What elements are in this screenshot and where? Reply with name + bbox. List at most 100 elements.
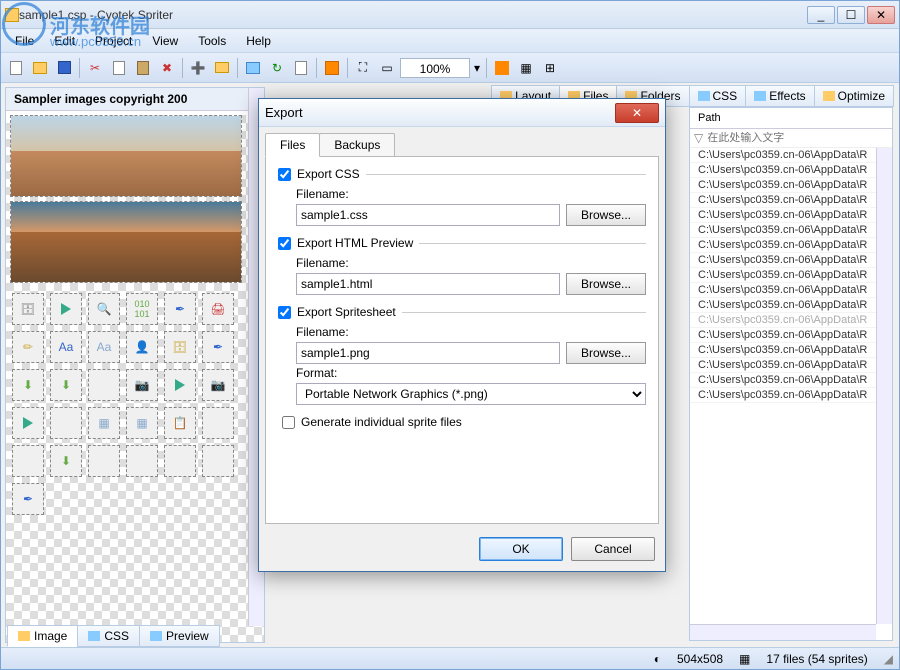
export-tab-backups[interactable]: Backups bbox=[319, 133, 395, 157]
open-file-icon[interactable] bbox=[29, 57, 51, 79]
ok-button[interactable]: OK bbox=[479, 537, 563, 561]
new-file-icon[interactable] bbox=[5, 57, 27, 79]
file-row[interactable]: C:\Users\pc0359.cn-06\AppData\R bbox=[690, 163, 892, 178]
save-icon[interactable] bbox=[53, 57, 75, 79]
sprite-item[interactable] bbox=[164, 445, 196, 477]
files-list[interactable]: C:\Users\pc0359.cn-06\AppData\RC:\Users\… bbox=[690, 148, 892, 403]
sprite-item[interactable]: ⬇ bbox=[50, 445, 82, 477]
refresh-icon[interactable]: ↻ bbox=[266, 57, 288, 79]
add-image-icon[interactable]: ➕ bbox=[187, 57, 209, 79]
sprite-item[interactable] bbox=[88, 369, 120, 401]
cut-icon[interactable]: ✂ bbox=[84, 57, 106, 79]
file-row[interactable]: C:\Users\pc0359.cn-06\AppData\R bbox=[690, 148, 892, 163]
minimize-button[interactable]: _ bbox=[807, 6, 835, 24]
menu-project[interactable]: Project bbox=[85, 31, 142, 51]
vertical-scrollbar[interactable] bbox=[876, 148, 892, 624]
file-row[interactable]: C:\Users\pc0359.cn-06\AppData\R bbox=[690, 388, 892, 403]
sprite-item[interactable] bbox=[12, 407, 44, 439]
sprite-item[interactable] bbox=[12, 445, 44, 477]
sprite-item[interactable]: ⬇ bbox=[12, 369, 44, 401]
zoom-actual-icon[interactable]: ▭ bbox=[376, 57, 398, 79]
horizontal-scrollbar[interactable] bbox=[690, 624, 876, 640]
file-row[interactable]: C:\Users\pc0359.cn-06\AppData\R bbox=[690, 193, 892, 208]
col-path[interactable]: Path bbox=[690, 108, 729, 128]
sprite-item[interactable]: 🗄 bbox=[12, 293, 44, 325]
btab-css[interactable]: CSS bbox=[77, 625, 140, 647]
file-row[interactable]: C:\Users\pc0359.cn-06\AppData\R bbox=[690, 298, 892, 313]
file-row[interactable]: C:\Users\pc0359.cn-06\AppData\R bbox=[690, 283, 892, 298]
file-row[interactable]: C:\Users\pc0359.cn-06\AppData\R bbox=[690, 358, 892, 373]
file-row[interactable]: C:\Users\pc0359.cn-06\AppData\R bbox=[690, 343, 892, 358]
export-close-button[interactable]: ✕ bbox=[615, 103, 659, 123]
sprite-browse-button[interactable]: Browse... bbox=[566, 342, 646, 364]
close-button[interactable]: ✕ bbox=[867, 6, 895, 24]
sprite-item[interactable]: 🖨 bbox=[202, 293, 234, 325]
sprite-item[interactable]: ✒ bbox=[202, 331, 234, 363]
export-html-checkbox[interactable] bbox=[278, 237, 291, 250]
export-icon[interactable] bbox=[242, 57, 264, 79]
spritesheet-canvas[interactable]: 🗄 🔍 010101 ✒ 🖨 ✏ Aa Aa 👤 🗄 ✒ ⬇ ⬇ 📷 bbox=[6, 115, 264, 643]
maximize-button[interactable]: ☐ bbox=[837, 6, 865, 24]
sprite-landscape-2[interactable] bbox=[10, 201, 242, 283]
run-icon[interactable] bbox=[321, 57, 343, 79]
sprite-item[interactable]: ✒ bbox=[12, 483, 44, 515]
grid2-icon[interactable]: ▦ bbox=[515, 57, 537, 79]
sprite-item[interactable] bbox=[202, 445, 234, 477]
menu-view[interactable]: View bbox=[142, 31, 188, 51]
sprite-item[interactable]: ▦ bbox=[126, 407, 158, 439]
sprite-item[interactable] bbox=[126, 445, 158, 477]
add-folder-icon[interactable] bbox=[211, 57, 233, 79]
sprite-item[interactable]: Aa bbox=[50, 331, 82, 363]
sprite-item[interactable]: 🗄 bbox=[164, 331, 196, 363]
css-filename-input[interactable] bbox=[296, 204, 560, 226]
paste-icon[interactable] bbox=[132, 57, 154, 79]
filter-input[interactable] bbox=[707, 132, 888, 144]
sprite-item[interactable]: ▦ bbox=[88, 407, 120, 439]
sprite-item[interactable]: 👤 bbox=[126, 331, 158, 363]
sprite-filename-input[interactable] bbox=[296, 342, 560, 364]
sprite-item[interactable]: Aa bbox=[88, 331, 120, 363]
sprite-item[interactable] bbox=[88, 445, 120, 477]
file-row[interactable]: C:\Users\pc0359.cn-06\AppData\R bbox=[690, 373, 892, 388]
file-row[interactable]: C:\Users\pc0359.cn-06\AppData\R bbox=[690, 208, 892, 223]
file-row[interactable]: C:\Users\pc0359.cn-06\AppData\R bbox=[690, 268, 892, 283]
sprite-item[interactable] bbox=[50, 293, 82, 325]
tab-effects[interactable]: Effects bbox=[745, 85, 814, 107]
sprite-format-select[interactable]: Portable Network Graphics (*.png) bbox=[296, 383, 646, 405]
generate-individual-checkbox[interactable] bbox=[282, 416, 295, 429]
export-tab-files[interactable]: Files bbox=[265, 133, 320, 157]
delete-icon[interactable]: ✖ bbox=[156, 57, 178, 79]
copy-icon[interactable] bbox=[108, 57, 130, 79]
sprite-item[interactable]: ✒ bbox=[164, 293, 196, 325]
tab-css[interactable]: CSS bbox=[689, 85, 747, 107]
html-browse-button[interactable]: Browse... bbox=[566, 273, 646, 295]
sprite-item[interactable]: 📷 bbox=[126, 369, 158, 401]
properties-icon[interactable] bbox=[290, 57, 312, 79]
file-row[interactable]: C:\Users\pc0359.cn-06\AppData\R bbox=[690, 328, 892, 343]
sprite-landscape-1[interactable] bbox=[10, 115, 242, 197]
tab-optimize[interactable]: Optimize bbox=[814, 85, 894, 107]
grid3-icon[interactable]: ⊞ bbox=[539, 57, 561, 79]
sprite-item[interactable] bbox=[202, 407, 234, 439]
file-row[interactable]: C:\Users\pc0359.cn-06\AppData\R bbox=[690, 253, 892, 268]
zoom-fit-icon[interactable]: ⛶ bbox=[352, 57, 374, 79]
css-browse-button[interactable]: Browse... bbox=[566, 204, 646, 226]
btab-preview[interactable]: Preview bbox=[139, 625, 220, 647]
menu-tools[interactable]: Tools bbox=[188, 31, 236, 51]
menu-edit[interactable]: Edit bbox=[44, 31, 85, 51]
sprite-item[interactable]: 📷 bbox=[202, 369, 234, 401]
status-resize-grip-icon[interactable]: ◢ bbox=[884, 652, 893, 666]
btab-image[interactable]: Image bbox=[7, 625, 78, 647]
file-row[interactable]: C:\Users\pc0359.cn-06\AppData\R bbox=[690, 178, 892, 193]
menu-help[interactable]: Help bbox=[236, 31, 281, 51]
sprite-item[interactable]: 📋 bbox=[164, 407, 196, 439]
sprite-item[interactable]: 🔍 bbox=[88, 293, 120, 325]
export-sprite-checkbox[interactable] bbox=[278, 306, 291, 319]
sprite-item[interactable]: ⬇ bbox=[50, 369, 82, 401]
export-css-checkbox[interactable] bbox=[278, 168, 291, 181]
zoom-combo[interactable]: 100% bbox=[400, 58, 470, 78]
menu-file[interactable]: File bbox=[5, 31, 44, 51]
file-row[interactable]: C:\Users\pc0359.cn-06\AppData\R bbox=[690, 223, 892, 238]
sprite-item[interactable] bbox=[50, 407, 82, 439]
grid-icon[interactable] bbox=[491, 57, 513, 79]
